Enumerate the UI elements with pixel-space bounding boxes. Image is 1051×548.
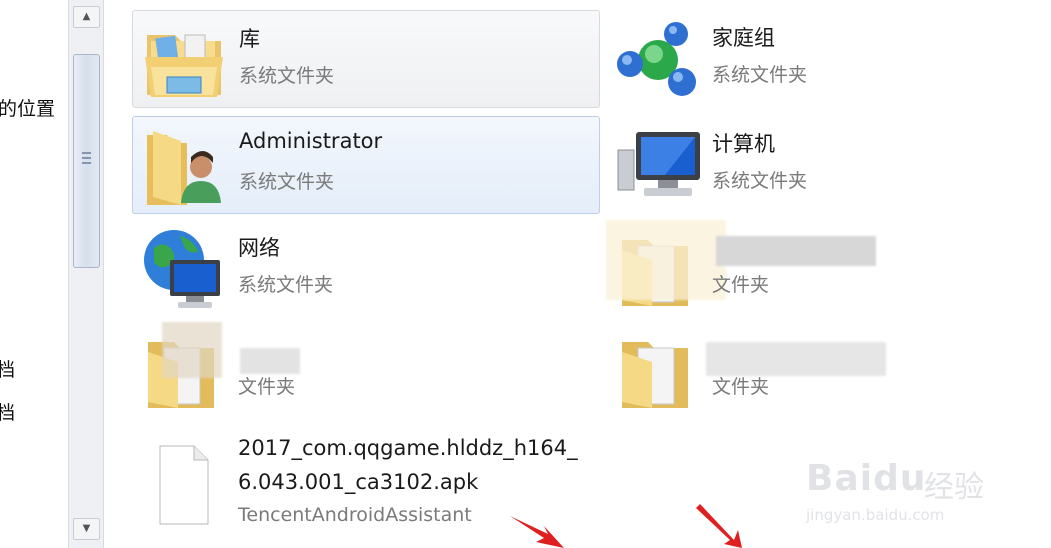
folder-icon: [622, 342, 688, 408]
file-name-line-1: 2017_com.qqgame.hlddz_h164_: [238, 436, 578, 460]
tile-homegroup[interactable]: 家庭组 系统文件夹: [606, 10, 1051, 108]
tile-name: 家庭组: [712, 26, 775, 50]
tile-folder[interactable]: 文件夹: [606, 322, 1051, 420]
scroll-up-button[interactable]: ▲: [73, 6, 100, 28]
navigation-pane: 的位置 档 档: [0, 0, 68, 548]
tile-administrator[interactable]: Administrator 系统文件夹: [132, 116, 600, 214]
network-icon: [144, 230, 220, 308]
baidu-watermark: Baidu 经验 jingyan.baidu.com: [806, 440, 1006, 530]
tile-name: 库: [239, 27, 260, 51]
document-icon: [159, 445, 209, 525]
watermark-brand-cn: 经验: [924, 470, 984, 505]
tile-network[interactable]: 网络 系统文件夹: [132, 220, 600, 318]
scrollbar-thumb[interactable]: [73, 54, 100, 268]
pixelation-mask: [706, 342, 886, 376]
tile-type: 系统文件夹: [239, 171, 335, 193]
tile-type: 文件夹: [712, 274, 770, 296]
tile-libraries[interactable]: 库 系统文件夹: [132, 10, 600, 108]
tile-name: 计算机: [712, 132, 775, 156]
pixelation-mask: [606, 220, 726, 300]
scroll-down-button[interactable]: ▼: [73, 518, 100, 540]
nav-item-label[interactable]: 档: [0, 398, 15, 425]
tile-name: Administrator: [239, 129, 383, 153]
user-folder-icon: [147, 131, 221, 205]
computer-icon: [617, 132, 700, 196]
tile-type: 系统文件夹: [239, 65, 335, 87]
pixelation-mask: [716, 236, 876, 266]
watermark-brand: Baidu: [806, 458, 927, 499]
file-name-line-2: 6.043.001_ca3102.apk: [238, 470, 479, 494]
library-folder-icon: [145, 34, 223, 97]
tile-folder[interactable]: 文件夹: [132, 322, 600, 420]
nav-item-label[interactable]: 的位置: [0, 94, 55, 121]
tile-type: 系统文件夹: [238, 274, 334, 296]
tile-type: 系统文件夹: [712, 170, 808, 192]
watermark-url: jingyan.baidu.com: [806, 506, 945, 524]
tile-type: 文件夹: [238, 376, 296, 398]
file-type: TencentAndroidAssistant: [238, 504, 472, 526]
tile-computer[interactable]: 计算机 系统文件夹: [606, 116, 1051, 214]
tile-type: 文件夹: [712, 376, 770, 398]
tile-name: 网络: [238, 236, 280, 260]
vertical-scrollbar[interactable]: ▲ ▼: [68, 0, 104, 548]
homegroup-icon: [617, 22, 696, 96]
nav-item-label[interactable]: 档: [0, 355, 15, 382]
tile-type: 系统文件夹: [712, 64, 808, 86]
grip-icon: [82, 152, 91, 164]
pixelation-mask: [240, 348, 300, 374]
pixelation-mask: [162, 322, 222, 378]
arrow-icon: [696, 504, 742, 548]
tile-folder[interactable]: 文件夹: [606, 220, 1051, 318]
arrow-icon: [510, 516, 564, 548]
